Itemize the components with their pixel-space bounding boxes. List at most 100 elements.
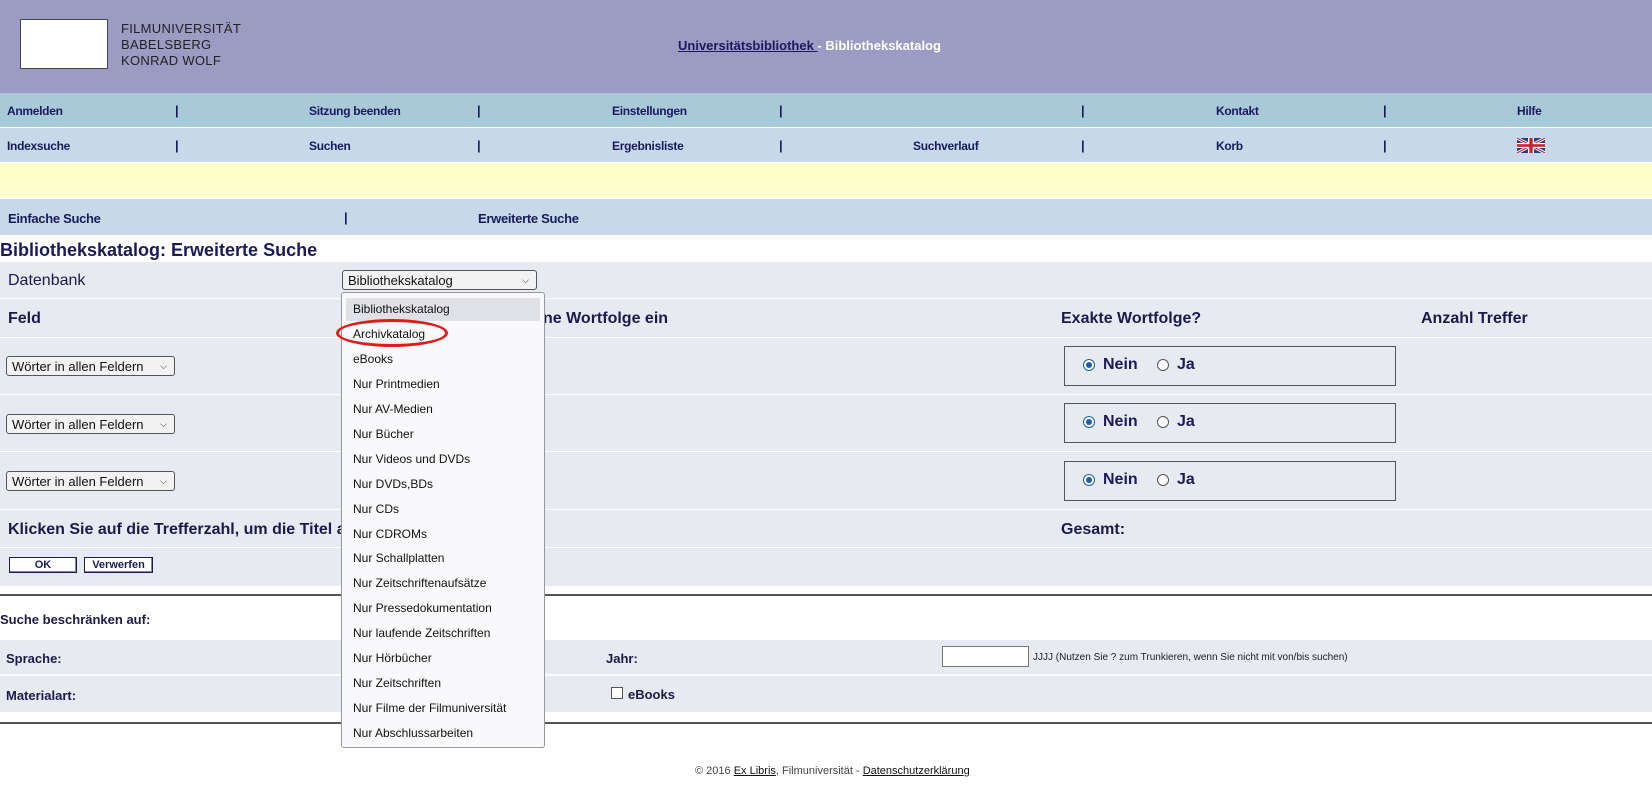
nav-result-list[interactable]: Ergebnisliste bbox=[612, 139, 684, 153]
search-nav: Indexsuche | Suchen | Ergebnisliste | Su… bbox=[0, 128, 1652, 162]
privacy-link[interactable]: Datenschutzerklärung bbox=[863, 765, 970, 777]
section-divider bbox=[0, 722, 1652, 724]
copyright-text: © 2016 bbox=[695, 765, 734, 777]
field-select-value: Wörter in allen Feldern bbox=[12, 417, 144, 432]
year-hint: JJJJ (Nutzen Sie ? zum Trunkieren, wenn … bbox=[1033, 652, 1348, 663]
tab-advanced-search[interactable]: Erweiterte Suche bbox=[478, 211, 579, 226]
dropdown-option[interactable]: Nur Hörbücher bbox=[346, 647, 540, 670]
field-column-label: Feld bbox=[8, 310, 41, 327]
dropdown-option[interactable]: Nur AV-Medien bbox=[346, 398, 540, 421]
nav-separator: | bbox=[344, 210, 348, 225]
dropdown-option[interactable]: Bibliothekskatalog bbox=[346, 298, 540, 321]
total-label: Gesamt: bbox=[1061, 521, 1126, 538]
ex-libris-link[interactable]: Ex Libris bbox=[734, 765, 776, 777]
nav-separator: | bbox=[477, 103, 481, 118]
radio-yes[interactable] bbox=[1157, 359, 1169, 371]
page-title: Bibliothekskatalog: Erweiterte Suche bbox=[0, 240, 318, 260]
year-input[interactable] bbox=[942, 646, 1029, 667]
uk-flag-icon[interactable] bbox=[1517, 138, 1545, 153]
radio-yes-label: Ja bbox=[1177, 356, 1195, 373]
nav-separator: | bbox=[1081, 138, 1085, 153]
dropdown-option[interactable]: Nur Bücher bbox=[346, 423, 540, 446]
nav-separator: | bbox=[779, 103, 783, 118]
field-select-value: Wörter in allen Feldern bbox=[12, 359, 144, 374]
radio-yes-label: Ja bbox=[1177, 413, 1195, 430]
nav-login[interactable]: Anmelden bbox=[7, 104, 63, 118]
logo-text-line-1: FILMUNIVERSITÄT bbox=[121, 21, 242, 36]
catalog-title: Universitätsbibliothek - Bibliothekskata… bbox=[678, 38, 941, 53]
field-select-2[interactable]: Wörter in allen Feldern ⌵ bbox=[6, 414, 175, 434]
dropdown-option[interactable]: Nur Zeitschriftenaufsätze bbox=[346, 572, 540, 595]
restrict-section-label: Suche beschränken auf: bbox=[0, 612, 151, 627]
tab-simple-search[interactable]: Einfache Suche bbox=[8, 211, 101, 226]
nav-separator: | bbox=[1383, 103, 1387, 118]
nav-settings[interactable]: Einstellungen bbox=[612, 104, 687, 118]
nav-separator: | bbox=[175, 103, 179, 118]
nav-separator: | bbox=[1081, 103, 1085, 118]
divider bbox=[0, 394, 1652, 395]
year-label: Jahr: bbox=[606, 651, 638, 666]
chevron-down-icon: ⌵ bbox=[160, 419, 167, 429]
field-select-1[interactable]: Wörter in allen Feldern ⌵ bbox=[6, 356, 175, 376]
nav-basket[interactable]: Korb bbox=[1216, 139, 1243, 153]
dropdown-option[interactable]: Nur CDs bbox=[346, 498, 540, 521]
nav-separator: | bbox=[1383, 138, 1387, 153]
chevron-down-icon: ⌵ bbox=[160, 476, 167, 486]
search-mode-tabs: Einfache Suche | Erweiterte Suche bbox=[0, 199, 1652, 235]
ebooks-checkbox[interactable] bbox=[611, 687, 623, 699]
dropdown-option[interactable]: eBooks bbox=[346, 348, 540, 371]
dropdown-option[interactable]: Nur Zeitschriften bbox=[346, 672, 540, 695]
nav-index-search[interactable]: Indexsuche bbox=[7, 139, 70, 153]
logo-text-line-3: KONRAD WOLF bbox=[121, 53, 222, 68]
nav-separator: | bbox=[779, 138, 783, 153]
search-term-column-label: ne Wortfolge ein bbox=[543, 310, 669, 327]
nav-contact[interactable]: Kontakt bbox=[1216, 104, 1259, 118]
material-type-label: Materialart: bbox=[6, 688, 77, 703]
divider bbox=[0, 451, 1652, 452]
divider bbox=[0, 547, 1652, 548]
field-select-3[interactable]: Wörter in allen Feldern ⌵ bbox=[6, 471, 175, 491]
radio-no[interactable] bbox=[1083, 474, 1095, 486]
chevron-down-icon: ⌵ bbox=[522, 275, 529, 285]
account-nav: Anmelden | Sitzung beenden | Einstellung… bbox=[0, 93, 1652, 127]
radio-no[interactable] bbox=[1083, 416, 1095, 428]
database-label: Datenbank bbox=[8, 272, 86, 289]
dropdown-option[interactable]: Nur DVDs,BDs bbox=[346, 473, 540, 496]
dropdown-option[interactable]: Nur laufende Zeitschriften bbox=[346, 622, 540, 645]
nav-help[interactable]: Hilfe bbox=[1517, 104, 1542, 118]
divider bbox=[0, 509, 1652, 510]
radio-no-label: Nein bbox=[1103, 356, 1138, 373]
radio-yes[interactable] bbox=[1157, 474, 1169, 486]
highlight-annotation bbox=[336, 319, 448, 347]
dropdown-option[interactable]: Nur Videos und DVDs bbox=[346, 448, 540, 471]
dropdown-option[interactable]: Nur Schallplatten bbox=[346, 547, 540, 570]
divider bbox=[0, 298, 1652, 299]
chevron-down-icon: ⌵ bbox=[160, 361, 167, 371]
database-select-value: Bibliothekskatalog bbox=[348, 273, 453, 288]
footer: © 2016 Ex Libris, Filmuniversität - Date… bbox=[695, 765, 970, 777]
dropdown-option[interactable]: Nur Pressedokumentation bbox=[346, 597, 540, 620]
section-divider bbox=[0, 594, 1652, 596]
university-logo bbox=[20, 19, 108, 69]
radio-no[interactable] bbox=[1083, 359, 1095, 371]
exact-phrase-column-label: Exakte Wortfolge? bbox=[1061, 310, 1202, 327]
dropdown-option[interactable]: Nur CDROMs bbox=[346, 523, 540, 546]
logo-text-line-2: BABELSBERG bbox=[121, 37, 212, 52]
dropdown-option[interactable]: Nur Filme der Filmuniversität bbox=[346, 697, 540, 720]
radio-yes[interactable] bbox=[1157, 416, 1169, 428]
reset-button[interactable]: Verwerfen bbox=[84, 557, 153, 573]
nav-search-history[interactable]: Suchverlauf bbox=[913, 139, 979, 153]
dropdown-option[interactable]: Nur Printmedien bbox=[346, 373, 540, 396]
database-select[interactable]: Bibliothekskatalog ⌵ bbox=[342, 270, 537, 290]
library-home-link[interactable]: Universitätsbibliothek bbox=[678, 38, 817, 53]
divider bbox=[0, 337, 1652, 338]
database-dropdown-list: Bibliothekskatalog Archivkatalog eBooks … bbox=[341, 292, 545, 748]
ok-button[interactable]: OK bbox=[9, 557, 77, 573]
notice-bar bbox=[0, 163, 1652, 197]
radio-no-label: Nein bbox=[1103, 471, 1138, 488]
radio-no-label: Nein bbox=[1103, 413, 1138, 430]
nav-search[interactable]: Suchen bbox=[309, 139, 351, 153]
nav-end-session[interactable]: Sitzung beenden bbox=[309, 104, 401, 118]
dropdown-option[interactable]: Nur Abschlussarbeiten bbox=[346, 722, 540, 745]
exact-phrase-options-3: Nein Ja bbox=[1064, 461, 1396, 501]
